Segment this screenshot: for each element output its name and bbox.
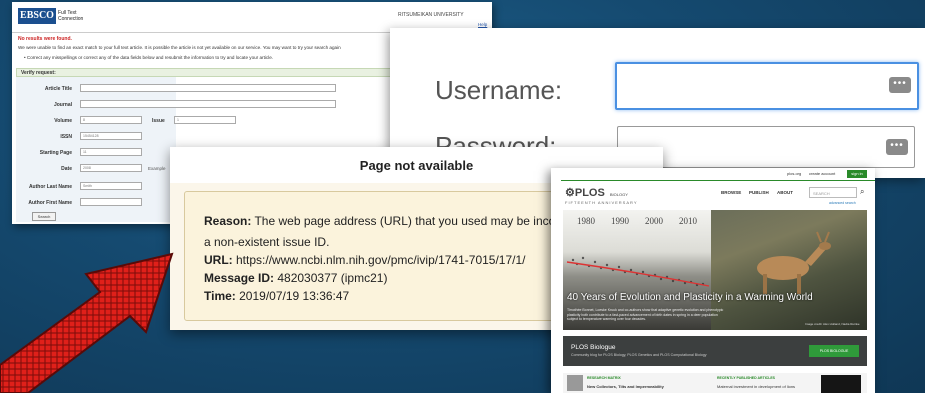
- message-id-value: 482030377 (ipmc21): [274, 271, 388, 285]
- divider: [561, 180, 875, 181]
- article-title-link[interactable]: New Collectors, Tilts and Impermeability: [587, 384, 664, 389]
- year-label-1980: 1980: [577, 216, 595, 226]
- username-input[interactable]: •••: [615, 62, 919, 110]
- year-label-2010: 2010: [679, 216, 697, 226]
- journal-input[interactable]: [80, 100, 336, 108]
- deer-illustration: [757, 231, 831, 294]
- url-value: https://www.ncbi.nlm.nih.gov/pmc/ivip/17…: [232, 253, 526, 267]
- ebsco-logo-subtitle: Full Text Connection: [58, 10, 84, 22]
- password-manager-icon[interactable]: •••: [886, 139, 908, 155]
- time-label: Time:: [204, 289, 236, 303]
- plos-brand-name: PLOS: [574, 187, 605, 199]
- article-strip: RESEARCH MATRIX New Collectors, Tilts an…: [563, 373, 867, 393]
- help-link[interactable]: Help: [478, 22, 487, 27]
- plos-journal-name: BIOLOGY: [609, 192, 628, 197]
- starting-page-input[interactable]: 11: [80, 148, 142, 156]
- hero-description: Timothée Bonnet, Loeske Kruuk and co-aut…: [567, 308, 724, 321]
- message-id-label: Message ID:: [204, 271, 275, 285]
- author-last-label: Author Last Name: [28, 184, 72, 190]
- reason-line: Reason: The web page address (URL) that …: [204, 214, 579, 228]
- reason-label: Reason:: [204, 214, 252, 228]
- nav-about[interactable]: ABOUT: [777, 190, 793, 195]
- author-last-input[interactable]: Smith: [80, 182, 142, 190]
- issn-label: ISSN: [60, 134, 72, 140]
- password-manager-icon[interactable]: •••: [889, 77, 911, 93]
- blog-description: Community blog for PLOS Biology, PLOS Ge…: [571, 353, 707, 357]
- dark-thumbnail[interactable]: [821, 375, 861, 393]
- nav-publish[interactable]: PUBLISH: [749, 190, 769, 195]
- date-example: Example: [148, 166, 166, 171]
- plos-anniversary: FIFTEENTH ANNIVERSARY: [565, 200, 638, 205]
- author-first-label: Author First Name: [28, 200, 72, 206]
- issn-input[interactable]: 15454128: [80, 132, 142, 140]
- volume-label: Volume: [54, 118, 72, 124]
- date-label: Date: [61, 166, 72, 172]
- recent-article-link[interactable]: Maternal investment in development of li…: [717, 384, 795, 389]
- ebsco-logo: EBSCO: [18, 8, 56, 24]
- plos-top-bar: plos.org create account: [551, 168, 875, 180]
- search-button[interactable]: Search: [32, 212, 56, 221]
- deer-photo: [711, 210, 867, 330]
- plos-logo: ⚙PLOS BIOLOGY: [565, 186, 628, 199]
- journal-label: Journal: [53, 102, 72, 108]
- time-line: Time: 2019/07/19 13:36:47: [204, 289, 349, 303]
- hero-banner[interactable]: 1980 1990 2000 2010 40 Years of Evolutio…: [563, 210, 867, 330]
- username-label: Username:: [435, 75, 563, 105]
- hero-title[interactable]: 40 Years of Evolution and Plasticity in …: [567, 292, 813, 303]
- volume-input[interactable]: 8: [80, 116, 142, 124]
- plos-biologue-button[interactable]: PLOS BIOLOGUE: [809, 345, 859, 357]
- plos-logo-mark: ⚙: [565, 187, 575, 199]
- date-input[interactable]: 2008: [80, 164, 142, 172]
- hero-image-credit: Image credit: Alex Holland, Nadia Reinke: [805, 322, 860, 326]
- plos-biology-window: plos.org create account sign in ⚙PLOS BI…: [551, 168, 875, 393]
- issue-label: Issue: [152, 118, 165, 124]
- year-label-2000: 2000: [645, 216, 663, 226]
- url-line: URL: https://www.ncbi.nlm.nih.gov/pmc/iv…: [204, 253, 526, 267]
- author-first-input[interactable]: [80, 198, 142, 206]
- advanced-search-link[interactable]: advanced search: [829, 201, 856, 205]
- plos-org-link[interactable]: plos.org: [787, 171, 801, 176]
- red-arrow-graphic: [0, 252, 174, 393]
- sign-in-button[interactable]: sign in: [847, 170, 867, 178]
- recent-articles-label: RECENTLY PUBLISHED ARTICLES: [717, 376, 776, 380]
- nav-browse[interactable]: BROWSE: [721, 190, 741, 195]
- plos-biologue-banner: PLOS Biologue Community blog for PLOS Bi…: [563, 336, 867, 366]
- blog-title: PLOS Biologue: [571, 344, 616, 351]
- article-title-label: Article Title: [44, 86, 72, 92]
- error-message: No results were found.: [18, 36, 72, 42]
- reason-text: The web page address (URL) that you used…: [251, 214, 580, 228]
- create-account-link[interactable]: create account: [809, 171, 835, 176]
- issue-input[interactable]: 1: [174, 116, 236, 124]
- url-label: URL:: [204, 253, 233, 267]
- article-title-input[interactable]: [80, 84, 336, 92]
- time-value: 2019/07/19 13:36:47: [235, 289, 350, 303]
- message-id-line: Message ID: 482030377 (ipmc21): [204, 271, 387, 285]
- search-input[interactable]: SEARCH: [809, 187, 857, 198]
- year-label-1990: 1990: [611, 216, 629, 226]
- starting-page-label: Starting Page: [39, 150, 72, 156]
- university-logo: RITSUMEIKAN UNIVERSITY: [398, 12, 464, 18]
- reason-line-2: a non-existent issue ID.: [204, 235, 330, 249]
- article-thumbnail[interactable]: [567, 375, 583, 391]
- search-icon[interactable]: ⌕: [860, 187, 864, 197]
- research-matrix-label: RESEARCH MATRIX: [587, 376, 621, 380]
